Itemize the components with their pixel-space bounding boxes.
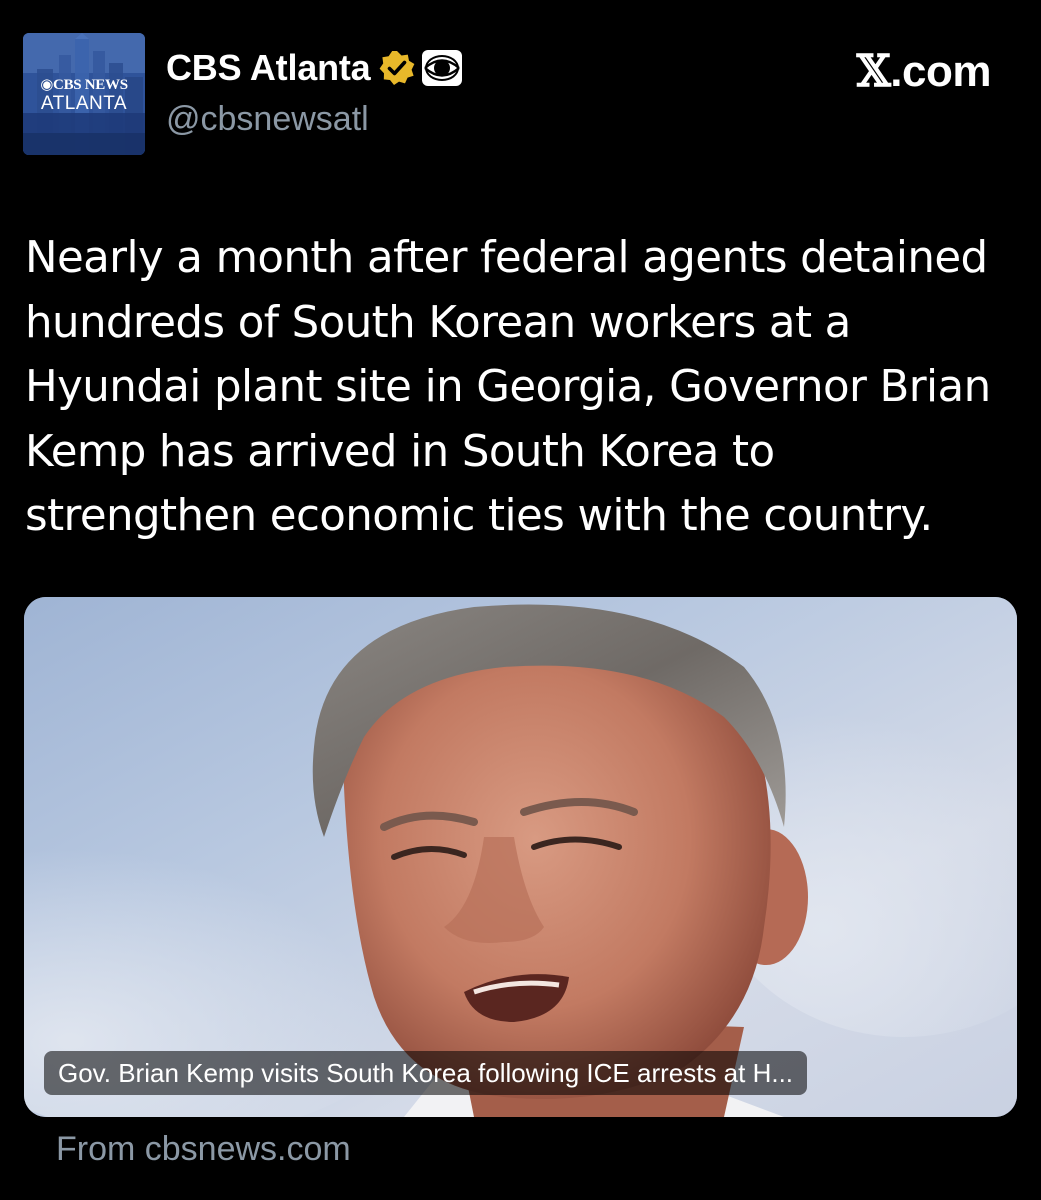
card-source-link[interactable]: From cbsnews.com: [56, 1130, 351, 1169]
site-domain-text: .com: [890, 47, 991, 96]
avatar-brand-text: ◉CBS NEWS: [40, 77, 128, 93]
avatar-wordmark: ◉CBS NEWS ATLANTA: [23, 77, 145, 114]
profile-avatar[interactable]: ◉CBS NEWS ATLANTA: [23, 33, 145, 155]
author-handle[interactable]: @cbsnewsatl: [166, 100, 369, 139]
link-preview-card[interactable]: Gov. Brian Kemp visits South Korea follo…: [24, 597, 1017, 1117]
tweet-screenshot: ◉CBS NEWS ATLANTA CBS Atlanta @cbsnewsat…: [0, 0, 1041, 1200]
news-photo: [24, 597, 1017, 1117]
post-body-text: Nearly a month after federal agents deta…: [25, 233, 991, 541]
verified-badge-icon[interactable]: [378, 49, 416, 87]
x-logo-icon: 𝕏: [856, 46, 891, 97]
avatar-city-text: ATLANTA: [40, 93, 128, 114]
card-caption: Gov. Brian Kemp visits South Korea follo…: [44, 1051, 808, 1095]
x-com-label: 𝕏.com: [856, 46, 992, 97]
author-name-row: CBS Atlanta: [166, 46, 464, 90]
cbs-eye-logo-icon[interactable]: [420, 49, 464, 87]
author-display-name[interactable]: CBS Atlanta: [166, 47, 371, 89]
